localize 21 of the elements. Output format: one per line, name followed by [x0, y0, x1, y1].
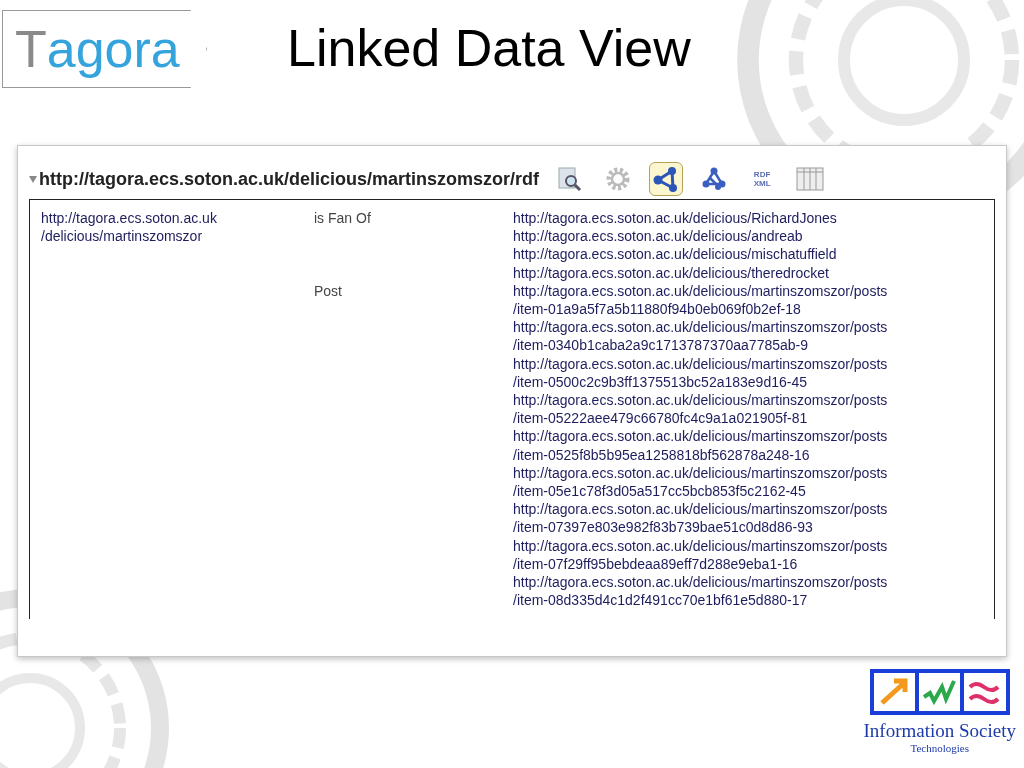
- network-icon: [701, 166, 728, 192]
- gear-icon: [605, 166, 632, 192]
- view-toolbar-button[interactable]: [649, 162, 684, 196]
- resource-url-heading: http://tagora.ecs.soton.ac.uk/delicious/martinszomszor/rdf: [39, 167, 540, 191]
- subject-link[interactable]: http://tagora.ecs.soton.ac.uk /delicious/martinszomszor: [41, 209, 217, 246]
- table-icon: [796, 167, 825, 191]
- magnifier-icon: [557, 166, 584, 192]
- property-label: is Fan Of: [314, 210, 371, 226]
- rdf-xml-label: RDF XML: [753, 170, 771, 188]
- collapse-triangle-icon[interactable]: [29, 175, 37, 183]
- object-link[interactable]: http://tagora.ecs.soton.ac.uk/delicious/martinszomszor/posts /item-08d335d4c1d2f491cc70e1bf61e5d880-17: [513, 573, 888, 610]
- object-link[interactable]: http://tagora.ecs.soton.ac.uk/delicious/andreab: [513, 227, 803, 246]
- tagora-logo: Tagora: [2, 10, 207, 88]
- object-link[interactable]: http://tagora.ecs.soton.ac.uk/delicious/RichardJones: [513, 209, 837, 228]
- object-link[interactable]: http://tagora.ecs.soton.ac.uk/delicious/mischatuffield: [513, 245, 837, 264]
- ist-subtitle: Technologies: [910, 742, 969, 756]
- object-link[interactable]: http://tagora.ecs.soton.ac.uk/delicious/theredrocket: [513, 263, 829, 282]
- ist-name: Information Society: [863, 718, 1016, 743]
- view-toolbar-button[interactable]: RDF XML: [745, 162, 780, 196]
- property-label: Post: [314, 282, 342, 299]
- slide-title: Linked Data View: [287, 22, 691, 74]
